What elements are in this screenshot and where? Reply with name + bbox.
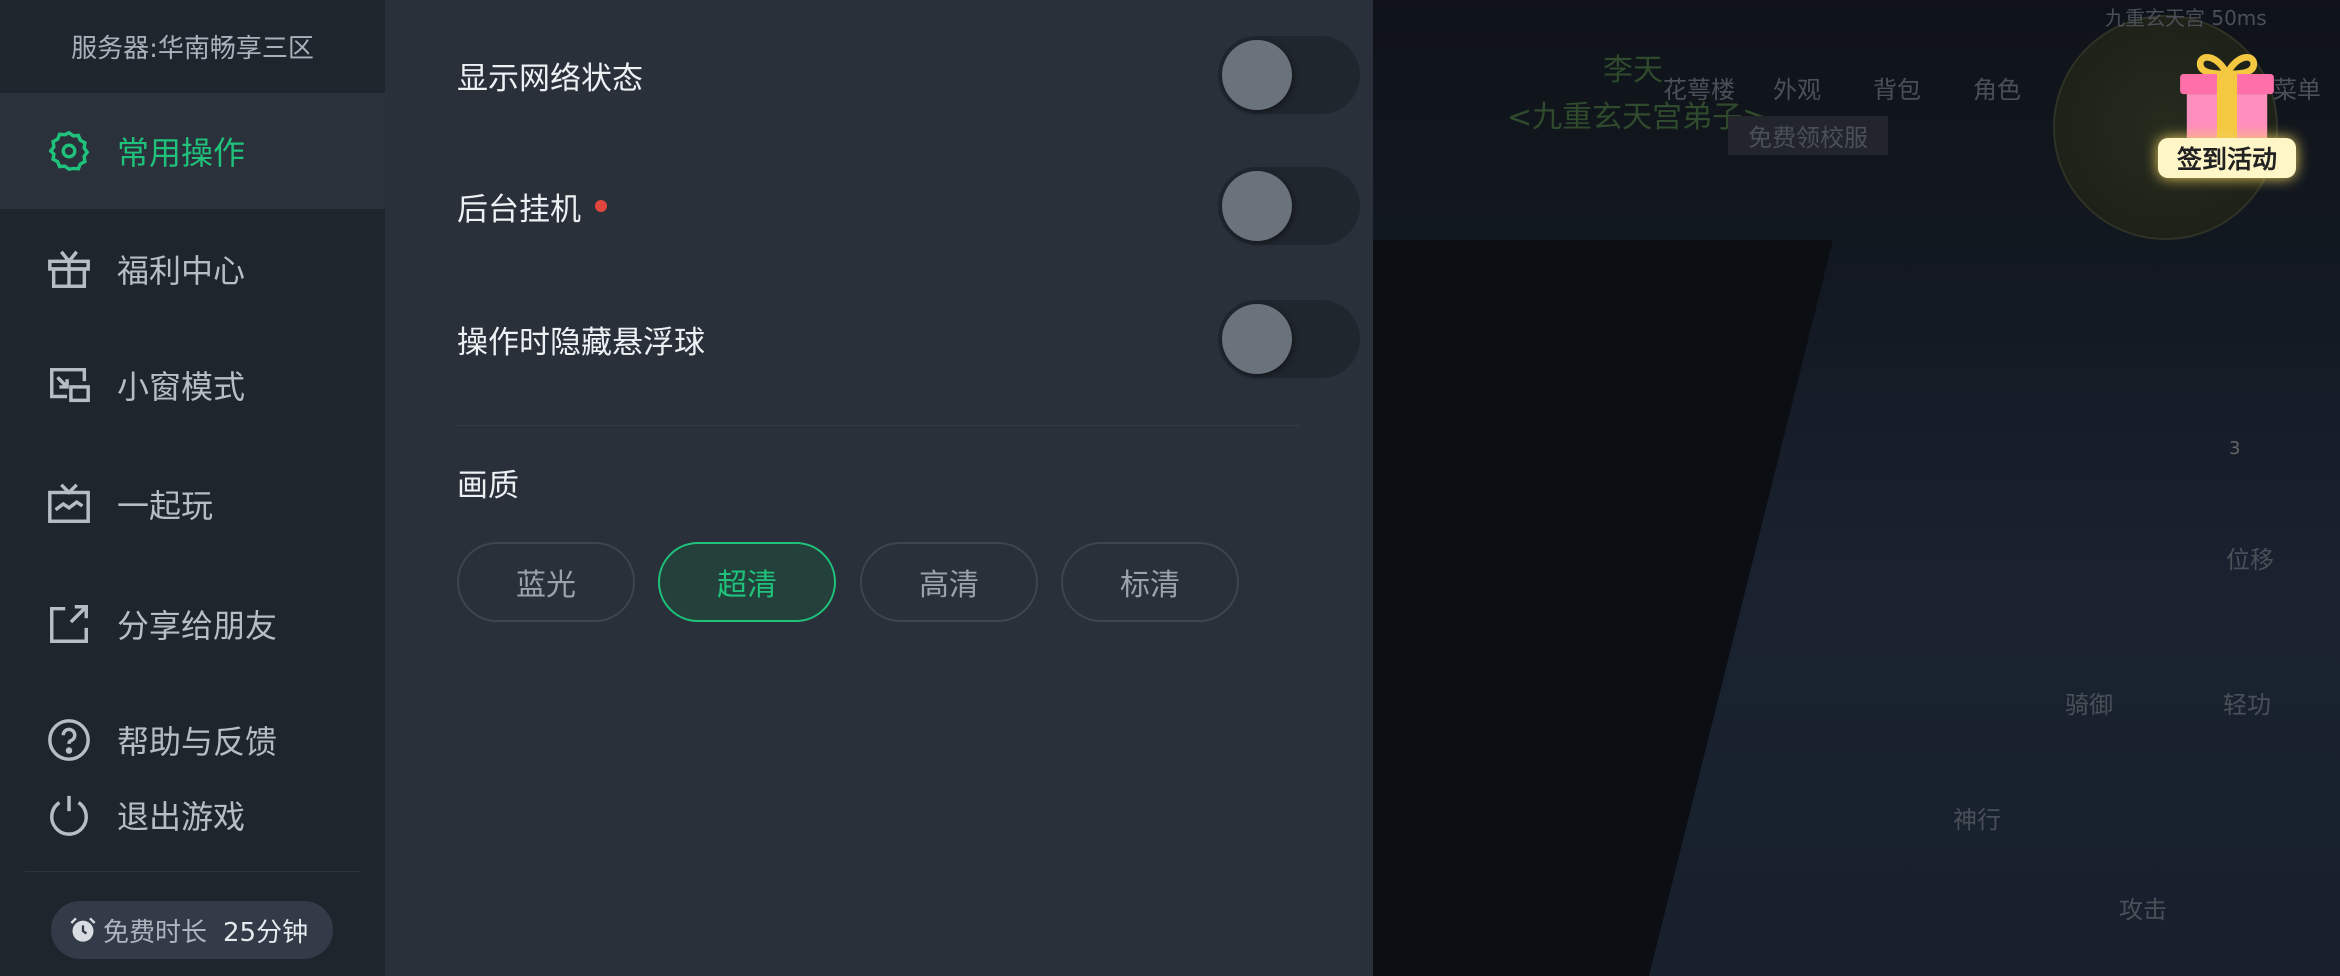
sidebar-item-small-window[interactable]: 小窗模式: [0, 327, 385, 443]
small-window-icon: [50, 367, 90, 403]
toggle-knob: [1222, 40, 1292, 110]
skill-ride[interactable]: 骑御: [2065, 685, 2113, 720]
free-time-value: 25分钟: [223, 917, 309, 948]
menu-huaelou[interactable]: 花萼楼: [1663, 70, 1735, 105]
skill-attack[interactable]: 攻击: [2119, 890, 2167, 925]
sidebar-item-welfare-center[interactable]: 福利中心: [0, 211, 385, 327]
player-name: 李天: [1603, 53, 1663, 88]
sidebar: 服务器:华南畅享三区 常用操作 福利中心 小窗模式 一起玩 分享给朋友 帮助与反…: [0, 0, 385, 976]
skill-shenxing[interactable]: 神行: [1953, 800, 2001, 835]
quality-option-hd[interactable]: 高清: [860, 542, 1038, 622]
share-icon: [50, 605, 88, 643]
setting-label: 显示网络状态: [457, 60, 643, 97]
setting-show-network-status: 显示网络状态: [457, 35, 1360, 115]
skill-qinggong[interactable]: 轻功: [2223, 685, 2271, 720]
free-uniform-banner[interactable]: 免费领校服: [1728, 116, 1888, 155]
sidebar-item-label: 常用操作: [117, 134, 246, 172]
sidebar-item-label: 退出游戏: [117, 798, 246, 836]
setting-hide-floating-ball: 操作时隐藏悬浮球: [457, 299, 1360, 379]
sidebar-item-common-operations[interactable]: 常用操作: [0, 93, 385, 209]
sidebar-item-play-together[interactable]: 一起玩: [0, 446, 385, 562]
menu-appearance[interactable]: 外观: [1773, 70, 1821, 105]
menu-character[interactable]: 角色: [1973, 70, 2021, 105]
settings-panel: 显示网络状态 后台挂机 操作时隐藏悬浮球 画质 蓝光 超清 高清 标清: [385, 0, 1373, 976]
quality-label: 画质: [457, 468, 519, 504]
skill-count: 3: [2229, 438, 2241, 459]
sidebar-item-label: 小窗模式: [117, 368, 246, 406]
tv-icon: [48, 483, 90, 523]
power-icon: [50, 795, 88, 836]
alarm-clock-icon: [70, 917, 96, 942]
network-status-toggle[interactable]: [1218, 36, 1360, 114]
red-dot-badge: [595, 200, 607, 212]
skill-dodge[interactable]: 位移: [2226, 540, 2274, 575]
quality-option-bluray[interactable]: 蓝光: [457, 542, 635, 622]
toggle-knob: [1222, 171, 1292, 241]
free-time-badge: 免费时长 25分钟: [51, 901, 333, 959]
sidebar-item-share[interactable]: 分享给朋友: [0, 566, 385, 682]
sidebar-item-exit-game[interactable]: 退出游戏: [0, 757, 385, 873]
quality-option-ultra-hd[interactable]: 超清: [658, 542, 836, 622]
setting-background-idle: 后台挂机: [457, 166, 1360, 246]
free-time-label: 免费时长: [103, 917, 208, 948]
setting-label: 操作时隐藏悬浮球: [457, 324, 705, 361]
menu-bag[interactable]: 背包: [1873, 70, 1921, 105]
gear-icon: [48, 130, 90, 172]
quality-option-sd[interactable]: 标清: [1061, 542, 1239, 622]
background-idle-toggle[interactable]: [1218, 167, 1360, 245]
toggle-knob: [1222, 304, 1292, 374]
game-scenery: [1373, 240, 1833, 976]
signin-activity-button[interactable]: 签到活动: [2158, 138, 2296, 178]
setting-label: 后台挂机: [457, 191, 581, 228]
hide-floating-ball-toggle[interactable]: [1218, 300, 1360, 378]
divider: [25, 871, 360, 872]
gift-icon: [48, 250, 90, 288]
sidebar-item-label: 一起玩: [117, 487, 214, 525]
server-name: 服务器:华南畅享三区: [71, 34, 314, 64]
sidebar-item-label: 福利中心: [117, 252, 246, 290]
game-status: 九重玄天宫 50ms: [2105, 6, 2267, 30]
sidebar-item-label: 分享给朋友: [117, 607, 278, 645]
divider: [457, 425, 1300, 426]
